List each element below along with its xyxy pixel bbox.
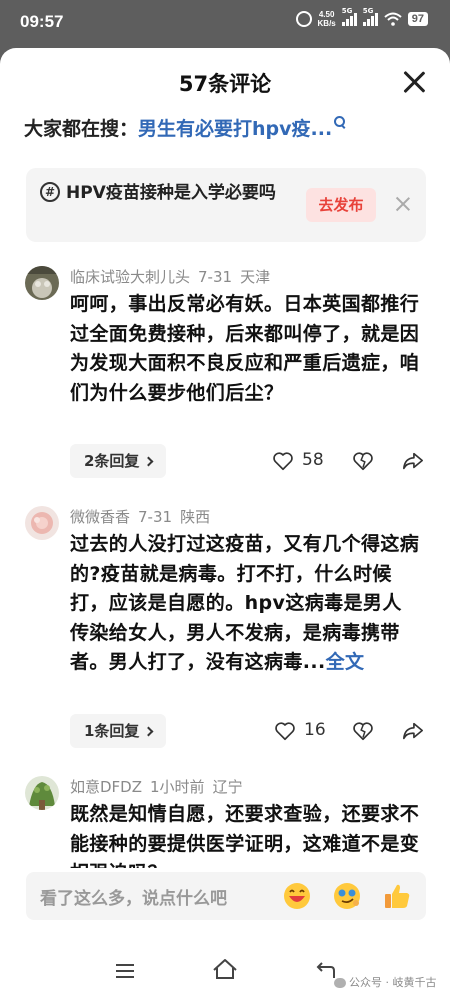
- like-count: 58: [302, 450, 324, 470]
- avatar[interactable]: [25, 266, 59, 300]
- comment-username[interactable]: 临床试验大刺儿头: [70, 268, 190, 286]
- comment-username[interactable]: 如意DFDZ: [70, 778, 142, 796]
- replies-button[interactable]: 2条回复: [70, 444, 167, 478]
- alarm-icon: [295, 11, 312, 27]
- laughing-emoji-icon[interactable]: [282, 881, 312, 911]
- hot-search-label: 大家都在搜：: [24, 118, 139, 140]
- network-speed: 4.50 KB/s: [318, 10, 336, 28]
- chevron-right-icon: [143, 726, 154, 737]
- replies-label: 2条回复: [84, 452, 140, 470]
- comment-text[interactable]: 呵呵，事出反常必有妖。日本英国都推行过全面免费接种，后来都叫停了，就是因为发现大…: [70, 290, 420, 408]
- watermark-text: 公众号 · 岐黄千古: [349, 976, 437, 989]
- close-icon[interactable]: [402, 70, 426, 94]
- like-count: 16: [304, 720, 326, 740]
- dislike-icon[interactable]: [352, 720, 374, 742]
- wifi-icon: [384, 12, 402, 26]
- dismiss-icon[interactable]: [396, 197, 410, 211]
- comment-location: 陕西: [180, 508, 211, 526]
- comment-input-area: 看了这么多，说点什么吧: [0, 868, 450, 920]
- replies-label: 1条回复: [84, 722, 140, 740]
- back-icon[interactable]: [314, 960, 336, 980]
- network-speed-value: 4.50: [318, 10, 335, 19]
- home-icon[interactable]: [212, 958, 238, 980]
- comment-meta: 如意DFDZ 1小时前 辽宁: [70, 776, 251, 797]
- search-icon[interactable]: [334, 116, 346, 128]
- like-icon[interactable]: [274, 720, 296, 742]
- comment-meta: 临床试验大刺儿头 7-31 天津: [70, 266, 278, 287]
- signal-icon: 5G: [341, 7, 357, 26]
- publish-button[interactable]: 去发布: [306, 188, 376, 222]
- sim2-label: 5G: [362, 7, 374, 15]
- comment-username[interactable]: 微微香香: [70, 508, 130, 526]
- comment-date: 1小时前: [150, 778, 205, 796]
- comment-meta: 微微香香 7-31 陕西: [70, 506, 218, 527]
- wechat-icon: [334, 978, 346, 988]
- comment-text[interactable]: 过去的人没打过这疫苗，又有几个得这病的?疫苗就是病毒。打不打，什么时候打，应该是…: [70, 530, 420, 678]
- signal-icon-2: 5G: [362, 7, 378, 26]
- hot-search-term[interactable]: 男生有必要打hpv疫...: [138, 118, 332, 140]
- dislike-icon[interactable]: [352, 450, 374, 472]
- watermark: 公众号 · 岐黄千古: [334, 974, 437, 990]
- system-nav-bar: 公众号 · 岐黄千古: [0, 946, 450, 1000]
- comment-text-content: 呵呵，事出反常必有妖。日本英国都推行过全面免费接种，后来都叫停了，就是因为发现大…: [70, 293, 420, 404]
- battery-level: 97: [407, 12, 428, 26]
- topic-text[interactable]: HPV疫苗接种是入学必要吗: [40, 180, 310, 206]
- comment-date: 7-31: [198, 268, 233, 286]
- share-icon[interactable]: [402, 720, 424, 742]
- comment-input-placeholder: 看了这么多，说点什么吧: [40, 889, 227, 909]
- comment-date: 7-31: [138, 508, 173, 526]
- status-time: 09:57: [20, 12, 64, 31]
- sim1-label: 5G: [341, 7, 353, 15]
- replies-button[interactable]: 1条回复: [70, 714, 167, 748]
- smirk-emoji-icon[interactable]: [332, 881, 362, 911]
- status-icons: 4.50 KB/s 5G 5G 97: [295, 7, 428, 28]
- comment-sheet: 57条评论 大家都在搜：男生有必要打hpv疫... # HPV疫苗接种是入学必要…: [0, 48, 450, 1000]
- status-bar: 09:57 4.50 KB/s 5G 5G 97: [0, 0, 450, 46]
- thumbs-up-emoji-icon[interactable]: [382, 881, 412, 911]
- sheet-title: 57条评论: [178, 72, 272, 96]
- chevron-right-icon: [143, 456, 154, 467]
- avatar[interactable]: [25, 506, 59, 540]
- comment-location: 辽宁: [212, 778, 243, 796]
- network-speed-unit: KB/s: [317, 19, 336, 28]
- share-icon[interactable]: [402, 450, 424, 472]
- expand-full-text-link[interactable]: 全文: [326, 651, 365, 673]
- comment-location: 天津: [240, 268, 271, 286]
- comment-text-content: 过去的人没打过这疫苗，又有几个得这病的?疫苗就是病毒。打不打，什么时候打，应该是…: [70, 533, 420, 673]
- comment-input[interactable]: 看了这么多，说点什么吧: [26, 872, 426, 920]
- hot-search[interactable]: 大家都在搜：男生有必要打hpv疫...: [24, 114, 346, 141]
- like-icon[interactable]: [272, 450, 294, 472]
- avatar[interactable]: [25, 776, 59, 810]
- menu-icon[interactable]: [116, 964, 134, 978]
- topic-card[interactable]: # HPV疫苗接种是入学必要吗 去发布: [26, 168, 426, 242]
